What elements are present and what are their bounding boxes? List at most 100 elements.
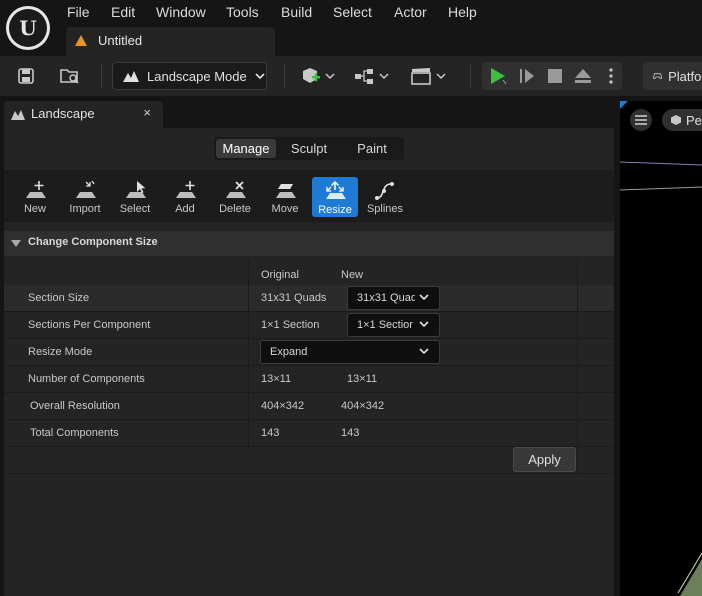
- tool-resize[interactable]: Resize: [312, 177, 358, 217]
- gamepad-icon: [653, 73, 663, 79]
- menu-edit[interactable]: Edit: [111, 4, 135, 20]
- change-component-size-header[interactable]: Change Component Size: [4, 231, 614, 256]
- import-icon: [76, 180, 96, 198]
- tool-new-label: New: [23, 203, 46, 215]
- content-browser-icon[interactable]: [58, 62, 82, 90]
- unreal-logo-icon[interactable]: U: [6, 6, 50, 50]
- section-size-label: Section Size: [28, 292, 90, 304]
- total-components-label: Total Components: [30, 427, 119, 439]
- blueprint-button[interactable]: [352, 62, 392, 90]
- sections-per-component-dropdown[interactable]: 1×1 Section: [347, 313, 440, 337]
- row-resize-mode: Resize Mode Expand: [4, 339, 614, 366]
- column-original: Original: [261, 269, 299, 281]
- resize-mode-label: Resize Mode: [28, 346, 93, 358]
- platforms-button[interactable]: Platforms: [643, 62, 702, 90]
- tab-paint[interactable]: Paint: [342, 139, 402, 158]
- tool-move[interactable]: Move: [262, 176, 308, 218]
- delete-icon: [226, 181, 246, 198]
- tool-select[interactable]: Select: [112, 176, 158, 218]
- chevron-down-icon: [419, 321, 429, 328]
- menu-tools[interactable]: Tools: [226, 4, 259, 20]
- section-size-new: 31x31 Quads: [357, 292, 415, 304]
- menu-file[interactable]: File: [67, 4, 90, 20]
- row-overall-resolution: Overall Resolution 404×342 404×342: [4, 393, 614, 420]
- tool-add[interactable]: Add: [162, 176, 208, 218]
- row-section-size: Section Size 31x31 Quads 31x31 Quads: [4, 285, 614, 312]
- splines-icon: [375, 182, 394, 200]
- sections-per-component-original: 1×1 Section: [261, 319, 320, 331]
- platforms-label: Platforms: [668, 68, 702, 84]
- menu-window[interactable]: Window: [156, 4, 206, 20]
- tool-add-label: Add: [175, 203, 195, 215]
- tool-new[interactable]: New: [12, 176, 58, 218]
- tool-import-label: Import: [69, 203, 101, 215]
- cinematics-button[interactable]: [408, 62, 448, 90]
- column-header-row: Original New: [4, 260, 614, 285]
- menu-actor[interactable]: Actor: [394, 4, 427, 20]
- level-icon: [75, 35, 87, 46]
- perspective-label: Pe: [686, 112, 702, 128]
- sections-per-component-label: Sections Per Component: [28, 319, 151, 331]
- select-icon: [126, 181, 146, 198]
- add-icon: [176, 181, 196, 198]
- tool-move-label: Move: [271, 203, 299, 215]
- tool-resize-label: Resize: [318, 204, 352, 216]
- row-number-of-components: Number of Components 13×11 13×11: [4, 366, 614, 393]
- level-viewport[interactable]: Pe: [620, 101, 702, 596]
- save-icon[interactable]: [14, 62, 38, 90]
- landscape-mode-icon: [123, 71, 139, 82]
- row-sections-per-component: Sections Per Component 1×1 Section 1×1 S…: [4, 312, 614, 339]
- mode-selector[interactable]: Landscape Mode: [112, 62, 267, 90]
- row-total-components: Total Components 143 143: [4, 420, 614, 447]
- chevron-down-icon: [419, 294, 429, 301]
- add-actor-button[interactable]: [298, 62, 338, 90]
- tool-splines[interactable]: Splines: [362, 176, 408, 218]
- chevron-down-icon: [255, 73, 265, 80]
- title-bar: U File Edit Window Tools Build Select Ac…: [0, 0, 702, 56]
- more-options-icon[interactable]: [602, 62, 620, 90]
- section-size-original: 31x31 Quads: [261, 292, 327, 304]
- section-title: Change Component Size: [28, 236, 158, 248]
- new-icon: [26, 181, 46, 198]
- stop-icon[interactable]: [542, 62, 568, 90]
- move-icon: [276, 184, 296, 198]
- viewport-scene: [620, 101, 702, 596]
- mode-selector-label: Landscape Mode: [147, 68, 247, 84]
- tab-manage[interactable]: Manage: [216, 139, 276, 158]
- main-toolbar: Landscape Mode Platforms: [0, 56, 702, 96]
- viewport-menu-icon[interactable]: [630, 109, 652, 131]
- step-icon[interactable]: [514, 62, 540, 90]
- tool-splines-label: Splines: [366, 203, 404, 215]
- column-new: New: [341, 269, 364, 281]
- chevron-down-icon: [419, 348, 429, 355]
- landscape-mode-tabs: Manage Sculpt Paint: [214, 137, 404, 160]
- tool-import[interactable]: Import: [62, 176, 108, 218]
- tab-sculpt[interactable]: Sculpt: [280, 139, 338, 158]
- overall-resolution-label: Overall Resolution: [30, 400, 120, 412]
- menu-help[interactable]: Help: [448, 4, 477, 20]
- section-size-dropdown[interactable]: 31x31 Quads: [347, 286, 440, 310]
- total-components-original: 143: [261, 427, 280, 439]
- perspective-button[interactable]: Pe: [662, 109, 702, 131]
- number-of-components-original: 13×11: [261, 373, 292, 385]
- apply-button[interactable]: Apply: [513, 447, 576, 472]
- overall-resolution-original: 404×342: [261, 400, 305, 412]
- menu-select[interactable]: Select: [333, 4, 372, 20]
- resize-mode-value: Expand: [270, 346, 308, 358]
- eject-icon[interactable]: [570, 62, 596, 90]
- total-components-new: 143: [341, 427, 360, 439]
- overall-resolution-new: 404×342: [341, 400, 385, 412]
- tool-select-label: Select: [119, 203, 151, 215]
- landscape-tab-icon: [11, 110, 25, 120]
- document-tab[interactable]: Untitled: [66, 27, 275, 56]
- play-icon[interactable]: [485, 62, 511, 90]
- number-of-components-new: 13×11: [347, 373, 378, 385]
- landscape-tab[interactable]: Landscape ×: [4, 101, 163, 128]
- sections-per-component-new: 1×1 Section: [357, 319, 413, 331]
- menu-build[interactable]: Build: [281, 4, 312, 20]
- collapse-arrow-icon: [11, 240, 21, 247]
- tool-delete-label: Delete: [219, 203, 251, 215]
- close-tab-icon[interactable]: ×: [143, 105, 151, 120]
- resize-mode-dropdown[interactable]: Expand: [260, 340, 440, 364]
- tool-delete[interactable]: Delete: [212, 176, 258, 218]
